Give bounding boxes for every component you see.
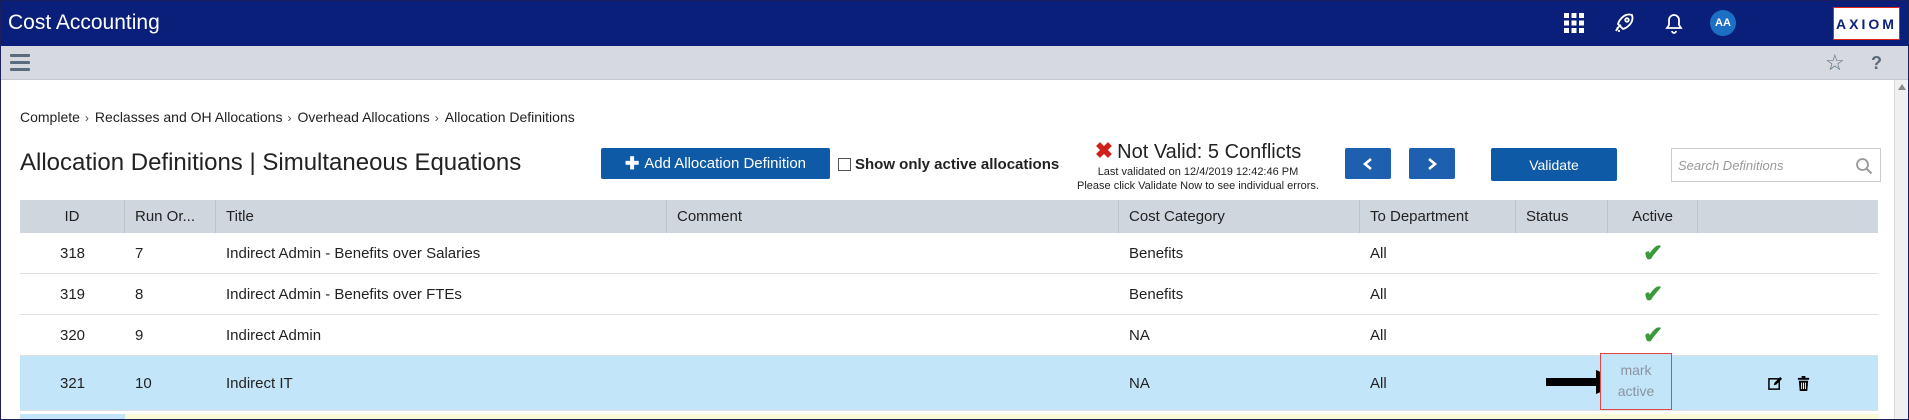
cell-to-department: All [1370,374,1387,392]
error-x-icon: ✖ [1094,138,1114,163]
breadcrumb-separator-icon: › [287,111,292,125]
cell-title: Indirect IT [226,374,293,392]
add-allocation-label: Add Allocation Definition [644,155,807,172]
column-header-active[interactable]: Active [1608,200,1698,233]
table-row[interactable]: 318 7 Indirect Admin - Benefits over Sal… [20,233,1878,274]
delete-trash-icon[interactable] [1796,376,1811,391]
breadcrumb-overhead-allocations[interactable]: Overhead Allocations [297,109,429,125]
breadcrumb-separator-icon: › [84,111,89,125]
scroll-up-arrow-icon[interactable] [1898,84,1906,90]
bell-icon[interactable] [1661,10,1687,36]
show-active-checkbox[interactable] [838,158,851,171]
column-header-cost-category[interactable]: Cost Category [1119,200,1360,233]
vertical-scrollbar[interactable] [1894,80,1908,419]
cell-to-department: All [1370,326,1387,344]
mark-active-label-1: mark [1620,362,1652,378]
column-header-status[interactable]: Status [1516,200,1608,233]
cell-cost-category: Benefits [1129,285,1184,303]
mark-active-button[interactable]: mark active [1600,353,1672,410]
add-allocation-definition-button[interactable]: ✚ Add Allocation Definition [601,148,830,179]
favorite-star-icon[interactable]: ☆ [1825,50,1845,76]
help-icon[interactable]: ? [1871,53,1882,74]
cell-run-order: 8 [135,285,144,303]
column-header-title[interactable]: Title [216,200,667,233]
validation-title: ✖ Not Valid: 5 Conflicts [1058,138,1338,164]
row-actions [1768,376,1811,391]
user-avatar[interactable]: AA [1710,10,1736,36]
last-validated-text: Last validated on 12/4/2019 12:42:46 PM [1097,166,1299,178]
hamburger-menu-icon[interactable] [10,54,30,71]
plus-icon: ✚ [624,153,640,173]
cell-to-department: All [1370,285,1387,303]
show-active-label: Show only active allocations [855,156,1060,173]
cell-run-order: 7 [135,244,144,262]
cell-cost-category: Benefits [1129,244,1184,262]
table-header: ID Run Or... Title Comment Cost Category… [20,200,1878,233]
rocket-icon[interactable] [1611,10,1637,36]
column-header-run-order[interactable]: Run Or... [125,200,216,233]
cell-cost-category: NA [1129,374,1150,392]
cell-run-order: 10 [135,374,152,392]
axiom-logo: AXIOM [1833,7,1900,40]
apps-grid-icon[interactable] [1561,10,1587,36]
breadcrumb: Complete › Reclasses and OH Allocations › Ov… [20,109,575,125]
table-row[interactable]: 319 8 Indirect Admin - Benefits over FTE… [20,274,1878,315]
breadcrumb-reclasses[interactable]: Reclasses and OH Allocations [95,109,283,125]
top-bar: Cost Accounting AA AXIOM [1,1,1908,46]
validation-hint-text: Please click Validate Now to see individ… [1077,180,1319,192]
cell-to-department: All [1370,244,1387,262]
app-title: Cost Accounting [8,11,160,34]
cell-title: Indirect Admin [226,326,322,344]
column-header-id[interactable]: ID [20,200,125,233]
chevron-left-icon [1362,157,1372,170]
chevron-right-icon [1428,157,1438,170]
secondary-toolbar: ☆ ? [1,46,1908,80]
cell-run-order: 9 [135,326,144,344]
cell-id: 321 [59,374,86,392]
cell-id: 319 [59,285,86,303]
edit-icon[interactable] [1768,376,1783,391]
page-title: Allocation Definitions | Simultaneous Eq… [20,149,522,176]
validate-button[interactable]: Validate [1491,148,1617,181]
previous-button[interactable] [1345,148,1391,179]
active-check-icon[interactable]: ✔ [1608,315,1698,355]
active-check-icon[interactable]: ✔ [1608,233,1698,273]
mark-active-label-2: active [1617,383,1655,399]
search-input[interactable] [1678,156,1848,174]
search-definitions [1671,148,1881,182]
column-header-comment[interactable]: Comment [667,200,1119,233]
cell-id: 318 [59,244,86,262]
cell-title: Indirect Admin - Benefits over FTEs [226,285,462,303]
table-row[interactable]: 320 9 Indirect Admin NA All ✔ [20,315,1878,356]
show-active-toggle[interactable]: Show only active allocations [838,156,1059,173]
breadcrumb-allocation-definitions: Allocation Definitions [444,109,575,125]
next-button[interactable] [1409,148,1455,179]
app-window: Cost Accounting AA AXIOM ☆ ? Complete › … [0,0,1909,420]
validation-status: ✖ Not Valid: 5 Conflicts Last validated o… [1058,138,1338,192]
breadcrumb-complete[interactable]: Complete [20,109,80,125]
breadcrumb-separator-icon: › [434,111,439,125]
column-header-to-department[interactable]: To Department [1360,200,1516,233]
cell-title: Indirect Admin - Benefits over Salaries [226,244,481,262]
cell-cost-category: NA [1129,326,1150,344]
cell-id: 320 [59,326,86,344]
next-row-highlight [125,414,1879,419]
column-header-actions [1698,200,1878,233]
row-bottom-fill [20,414,125,419]
active-check-icon[interactable]: ✔ [1608,274,1698,314]
validation-status-text: Not Valid: 5 Conflicts [1117,141,1302,163]
search-icon[interactable] [1855,157,1873,175]
